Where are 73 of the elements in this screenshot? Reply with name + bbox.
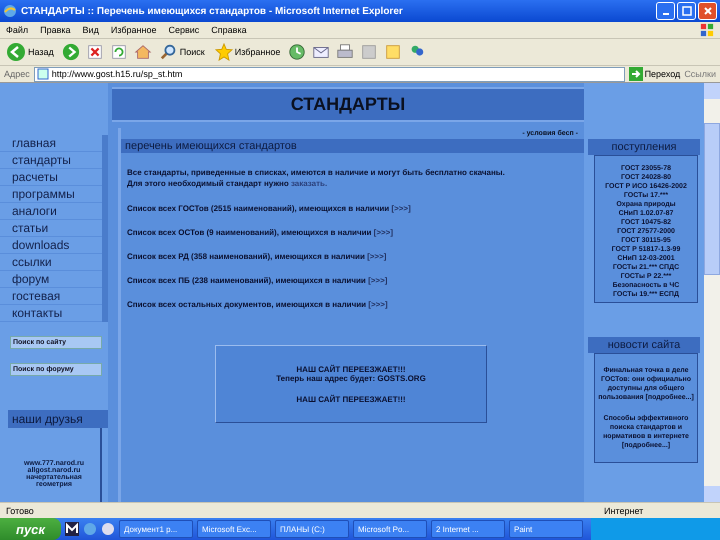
taskbar-button[interactable]: Microsoft Po... — [353, 520, 427, 538]
print-icon[interactable] — [336, 43, 354, 61]
notice-text: НАШ САЙТ ПЕРЕЕЗЖАЕТ!!! — [296, 394, 406, 404]
nav-link[interactable]: форум — [0, 271, 102, 288]
friends-heading: наши друзья — [8, 410, 108, 428]
nav-link[interactable]: контакты — [0, 305, 102, 322]
forward-icon[interactable] — [62, 43, 80, 61]
taskbar-button[interactable]: Документ1 р... — [119, 520, 193, 538]
zone-indicator: Интернет — [604, 506, 644, 516]
intro-text: Все стандарты, приведенные в списках, имеются в наличие и могут быть бесплатно скачаны. Для этого необходимый стандарт нужно заказать. — [127, 167, 506, 189]
notice-text: НАШ САЙТ ПЕРЕЕЗЖАЕТ!!! — [296, 364, 406, 374]
list-entry: Список всех ГОСТов (2515 наименований), имеющихся в наличии [>>>] — [127, 204, 412, 213]
list-link[interactable]: [>>>] — [391, 204, 411, 213]
address-field[interactable]: http://www.gost.h15.ru/sp_st.htm — [34, 66, 625, 82]
minimize-button[interactable] — [656, 2, 675, 20]
window-title: СТАНДАРТЫ :: Перечень имеющихся стандартов - Microsoft Internet Explorer — [21, 6, 404, 16]
maximize-button[interactable] — [677, 2, 696, 20]
go-arrow-icon — [628, 67, 643, 81]
nav-link[interactable]: downloads — [0, 237, 102, 254]
taskbar-button[interactable]: 2 Internet ... — [431, 520, 505, 538]
nav-link[interactable]: аналоги — [0, 203, 102, 220]
section-heading: перечень имеющихся стандартов — [121, 139, 584, 153]
close-button[interactable] — [698, 2, 717, 20]
page-icon — [36, 68, 49, 80]
news-heading: новости сайта — [588, 337, 700, 353]
site-banner: СТАНДАРТЫ — [112, 87, 584, 122]
app-icon[interactable] — [65, 522, 79, 536]
favorites-button[interactable]: Избранное — [212, 43, 282, 61]
list-entry: Список всех остальных документов, имеющихся в наличии [>>>] — [127, 300, 389, 309]
nav-link[interactable]: ссылки — [0, 254, 102, 271]
taskbar-button[interactable]: Paint — [509, 520, 583, 538]
address-label: Адрес — [4, 69, 30, 79]
nav-link[interactable]: гостевая — [0, 288, 102, 305]
scrollbar[interactable] — [704, 83, 720, 502]
status-text: Готово — [6, 506, 35, 516]
search-button[interactable]: Поиск — [158, 43, 207, 61]
nav-link[interactable]: программы — [0, 186, 102, 203]
nav-link[interactable]: расчеты — [0, 169, 102, 186]
maximize-icon — [682, 6, 692, 16]
menu-item[interactable]: Файл — [6, 25, 28, 35]
windows-logo-icon — [700, 23, 714, 37]
star-icon — [214, 43, 233, 61]
refresh-icon[interactable] — [110, 43, 128, 61]
taskbar-button[interactable]: ПЛАНЫ (C:) — [275, 520, 349, 538]
notice-text: Теперь наш адрес будет: GOSTS.ORG — [276, 374, 426, 382]
minimize-icon — [662, 13, 668, 15]
go-button[interactable]: Переход — [628, 67, 680, 81]
links-button[interactable]: Ссылки — [684, 69, 716, 79]
menu-item[interactable]: Избранное — [110, 25, 156, 35]
back-button[interactable]: Назад — [4, 42, 56, 62]
menu-item[interactable]: Справка — [211, 25, 247, 35]
arrivals-heading: поступления — [588, 139, 700, 155]
nav-link[interactable]: стандарты — [0, 152, 102, 169]
list-link[interactable]: [>>>] — [367, 252, 386, 261]
home-icon[interactable] — [134, 43, 152, 61]
start-button[interactable]: пуск — [0, 518, 61, 540]
order-link[interactable]: заказать. — [290, 179, 328, 188]
stop-icon[interactable] — [86, 43, 104, 61]
menu-item[interactable]: Правка — [40, 25, 71, 35]
menu-item[interactable]: Сервис — [168, 25, 200, 35]
close-icon — [702, 6, 712, 16]
list-link[interactable]: [>>>] — [368, 276, 388, 285]
nav-link[interactable]: главная — [0, 135, 102, 152]
history-icon[interactable] — [288, 43, 306, 61]
list-entry: Список всех РД (358 наименований), имеющихся в наличии [>>>] — [127, 252, 388, 261]
taskbar-button[interactable]: Microsoft Exc... — [197, 520, 271, 538]
nav-link[interactable]: статьи — [0, 220, 102, 237]
list-entry: Список всех ОСТов (9 наименований), имеющихся в наличии [>>>] — [127, 228, 394, 237]
list-entry: Список всех ПБ (238 наименований), имеющихся в наличии [>>>] — [127, 276, 388, 285]
list-link[interactable]: [>>>] — [374, 228, 393, 237]
search-icon — [160, 43, 178, 61]
menu-item[interactable]: Вид — [82, 25, 99, 35]
list-link[interactable]: [>>>] — [368, 300, 388, 309]
